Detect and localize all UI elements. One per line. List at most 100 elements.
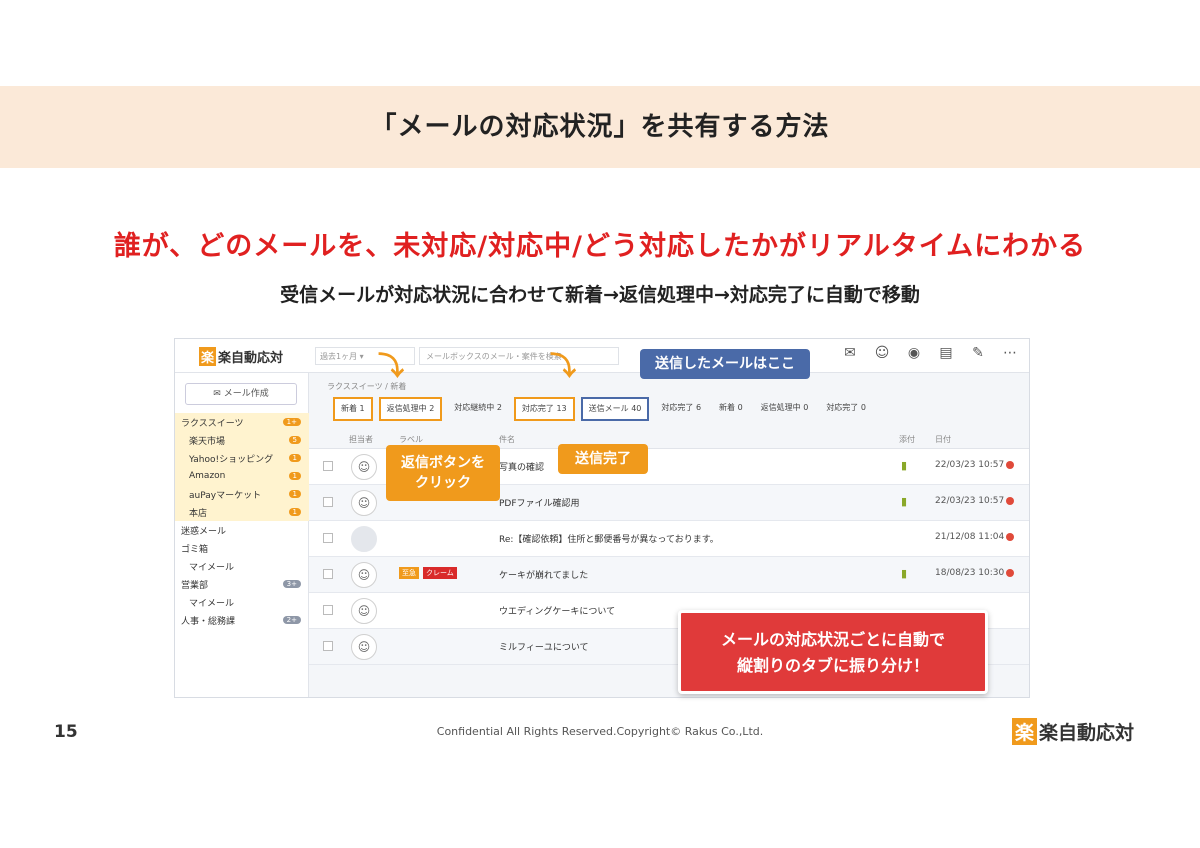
folder-label: ラクススイーツ xyxy=(181,418,244,429)
row-date: 22/03/23 10:57 xyxy=(935,496,1015,506)
compose-button[interactable]: ✉ メール作成 xyxy=(185,383,297,405)
folder-label: auPayマーケット xyxy=(189,490,262,501)
row-checkbox[interactable] xyxy=(323,461,333,471)
tab-count: 0 xyxy=(803,403,809,412)
folder-item[interactable]: ラクススイーツ 1+ xyxy=(175,413,309,431)
row-subject[interactable]: ミルフィーユについて xyxy=(499,640,589,653)
col-date[interactable]: 日付 xyxy=(935,434,951,445)
row-checkbox[interactable] xyxy=(323,641,333,651)
document-icon[interactable]: ▤ xyxy=(935,345,957,361)
mail-icon[interactable]: ✉ xyxy=(839,345,861,361)
folder-item[interactable]: 迷惑メール xyxy=(175,521,309,539)
row-checkbox[interactable] xyxy=(323,569,333,579)
folder-count: 5 xyxy=(288,436,301,444)
row-checkbox[interactable] xyxy=(323,605,333,615)
tab-label: 新着 xyxy=(341,404,357,413)
row-subject[interactable]: ウエディングケーキについて xyxy=(499,604,615,617)
row-subject[interactable]: ケーキが崩れてました xyxy=(499,568,588,581)
callout-sent-done: 送信完了 xyxy=(558,444,648,474)
folder-item[interactable]: 人事・総務課 2+ xyxy=(175,611,309,629)
folder-label: ゴミ箱 xyxy=(181,544,209,555)
smile-icon[interactable]: ☺ xyxy=(871,345,893,361)
col-attach[interactable]: 添付 xyxy=(899,434,915,445)
tab-label: 返信処理中 xyxy=(386,404,427,413)
folder-count: 3+ xyxy=(282,580,301,588)
callout-reply-line1: 返信ボタンを xyxy=(401,455,485,471)
folder-count: 1+ xyxy=(282,418,301,426)
col-subject[interactable]: 件名 xyxy=(499,434,515,445)
folder-item[interactable]: 営業部 3+ xyxy=(175,575,309,593)
callout-auto-sort: メールの対応状況ごとに自動で 縦割りのタブに振り分け！ xyxy=(678,610,988,694)
attachment-icon: ▮ xyxy=(901,495,908,508)
tab-done-2[interactable]: 対応完了 6 xyxy=(655,397,707,421)
folder-item[interactable]: Yahoo!ショッピング 1 xyxy=(175,449,309,467)
callout-auto-line2: 縦割りのタブに振り分け！ xyxy=(736,656,929,675)
row-date: 21/12/08 11:04 xyxy=(935,532,1015,542)
callout-reply-line2: クリック xyxy=(415,475,471,491)
tab-sent[interactable]: 送信メール 40 xyxy=(580,397,650,421)
tab-label: 新着 xyxy=(719,403,736,412)
tab-replying-2[interactable]: 返信処理中 0 xyxy=(755,397,815,421)
row-subject[interactable]: PDFファイル確認用 xyxy=(499,496,580,509)
unread-dot-icon xyxy=(1006,532,1015,541)
folder-item[interactable]: マイメール xyxy=(175,557,309,575)
brand-logo-text: 楽自動応対 xyxy=(1039,722,1135,744)
attachment-icon: ▮ xyxy=(901,459,908,472)
search-input[interactable]: メールボックスのメール・案件を検索 xyxy=(419,347,619,365)
row-date-text: 22/03/23 10:57 xyxy=(935,460,1005,470)
tab-replying[interactable]: 返信処理中 2 xyxy=(378,397,443,421)
more-icon[interactable]: ⋯ xyxy=(999,345,1021,361)
folder-item[interactable]: auPayマーケット 1 xyxy=(175,485,309,503)
tab-new[interactable]: 新着 1 xyxy=(333,397,373,421)
folder-count: 2+ xyxy=(282,616,301,624)
app-logo-mark: 楽 xyxy=(199,347,217,366)
tab-done-3[interactable]: 対応完了 0 xyxy=(820,397,872,421)
folder-label: 営業部 xyxy=(181,580,209,591)
row-date-text: 18/08/23 10:30 xyxy=(935,568,1005,578)
avatar: ☺ xyxy=(351,490,377,516)
avatar: ☺ xyxy=(351,454,377,480)
mail-row[interactable]: ☺ 至急 クレーム ケーキが崩れてました ▮ 18/08/23 10:30 xyxy=(309,557,1029,593)
tab-new-2[interactable]: 新着 0 xyxy=(713,397,749,421)
attachment-icon: ▮ xyxy=(901,567,908,580)
chat-icon[interactable]: ✎ xyxy=(967,345,989,361)
unread-dot-icon xyxy=(1006,568,1015,577)
folder-count: 1 xyxy=(288,454,301,462)
row-subject[interactable]: 写真の確認 xyxy=(499,460,544,473)
folder-item[interactable]: Amazon 1 xyxy=(175,467,309,485)
tab-count: 13 xyxy=(556,404,567,413)
folder-label: 迷惑メール xyxy=(181,526,227,537)
tab-done[interactable]: 対応完了 13 xyxy=(513,397,575,421)
tab-count: 0 xyxy=(860,403,866,412)
folder-label: マイメール xyxy=(189,562,235,573)
col-label[interactable]: ラベル xyxy=(399,434,423,445)
folder-item[interactable]: 楽天市場 5 xyxy=(175,431,309,449)
row-date: 18/08/23 10:30 xyxy=(935,568,1015,578)
badge-icon[interactable]: ◉ xyxy=(903,345,925,361)
app-logo-text: 楽自動応対 xyxy=(218,351,284,366)
tab-label: 送信メール xyxy=(588,404,629,413)
tab-count: 6 xyxy=(695,403,702,412)
folder-list: ラクススイーツ 1+ 楽天市場 5 Yahoo!ショッピング 1 Amazon 1 au… xyxy=(175,413,309,629)
label-tag: 至急 xyxy=(399,567,419,579)
folder-item[interactable]: ゴミ箱 xyxy=(175,539,309,557)
folder-label: 本店 xyxy=(189,508,208,519)
folder-item[interactable]: マイメール xyxy=(175,593,309,611)
headline: 誰が、どのメールを、未対応/対応中/どう対応したかがリアルタイムにわかる xyxy=(113,231,1087,262)
tab-count: 40 xyxy=(631,404,642,413)
label-tag: クレーム xyxy=(423,567,457,579)
compose-label: メール作成 xyxy=(223,389,269,399)
tab-count: 0 xyxy=(737,403,743,412)
unread-dot-icon xyxy=(1006,496,1015,505)
mail-row[interactable]: · Re:【確認依頼】住所と郵便番号が異なっております。 21/12/08 11… xyxy=(309,521,1029,557)
col-assignee[interactable]: 担当者 xyxy=(349,434,373,445)
row-subject[interactable]: Re:【確認依頼】住所と郵便番号が異なっております。 xyxy=(499,532,719,545)
tab-continuing[interactable]: 対応継続中 2 xyxy=(448,397,508,421)
folder-item[interactable]: 本店 1 xyxy=(175,503,309,521)
folder-count: 1 xyxy=(288,508,301,516)
folder-label: 人事・総務課 xyxy=(181,616,236,627)
avatar: ☺ xyxy=(351,634,377,660)
row-checkbox[interactable] xyxy=(323,533,333,543)
tab-label: 対応完了 xyxy=(661,403,694,412)
row-checkbox[interactable] xyxy=(323,497,333,507)
